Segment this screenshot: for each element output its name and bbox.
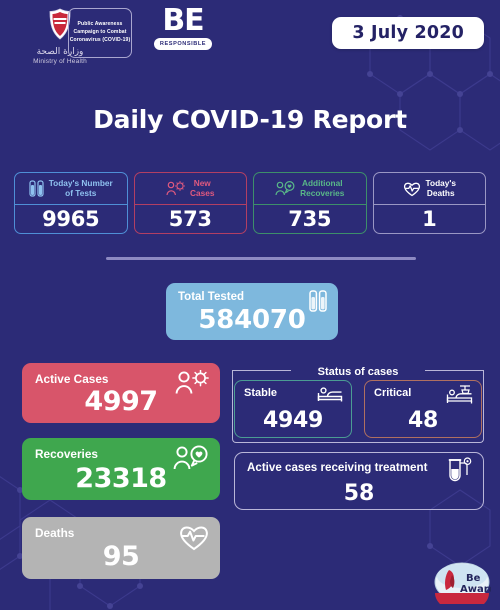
stat-card-header: Today's Number of Tests — [15, 173, 127, 205]
be-responsible-logo: BE RESPONSIBLE — [152, 3, 214, 50]
label-line-1: New — [193, 177, 211, 188]
treatment-value: 58 — [343, 481, 375, 506]
today-stats-row: Today's Number of Tests 9965 New Cases 5… — [14, 172, 486, 234]
stat-card-header: New Cases — [134, 173, 246, 205]
infographic-page: وزارة الصحة Ministry of Health Public Aw… — [0, 0, 500, 610]
stat-card-label: Today's Deaths — [425, 177, 456, 199]
heart-pulse-icon — [403, 181, 421, 197]
hospital-bed-icon — [317, 385, 343, 407]
status-of-cases-title: Status of cases — [232, 362, 484, 380]
campaign-badge: Public Awareness Campaign to Combat Coro… — [68, 8, 132, 58]
active-cases-receiving-treatment-card: Active cases receiving treatment 58 — [234, 452, 484, 510]
icu-bed-icon — [446, 385, 473, 409]
stable-cases-card: Stable 4949 — [234, 380, 352, 438]
page-title: Daily COVID-19 Report — [0, 105, 500, 134]
stat-card-label: Additional Recoveries — [300, 177, 345, 199]
report-date: 3 July 2020 — [352, 23, 464, 43]
be-aware-line2: Aware — [460, 584, 491, 595]
critical-cases-card: Critical 48 — [364, 380, 482, 438]
label-line-1: Additional — [301, 177, 343, 188]
total-tested-value: 584070 — [198, 305, 306, 335]
critical-label: Critical — [374, 387, 412, 399]
be-aware-line1: Be — [466, 573, 481, 584]
stat-card-label: New Cases — [190, 177, 215, 199]
total-tested-card: Total Tested 584070 — [166, 283, 338, 340]
be-logo-word: BE — [162, 3, 204, 38]
deaths-card: Deaths 95 — [22, 517, 220, 579]
status-of-cases-section: Status of cases Stable 4949 Critical 48 — [232, 362, 484, 444]
date-badge: 3 July 2020 — [332, 17, 484, 49]
stat-card-value: 9965 — [42, 206, 100, 231]
label-line-2: of Tests — [65, 187, 97, 198]
stat-card-todays-tests: Today's Number of Tests 9965 — [14, 172, 128, 234]
active-cases-label: Active Cases — [35, 372, 109, 386]
recoveries-label: Recoveries — [35, 447, 98, 461]
ministry-name-english: Ministry of Health — [33, 58, 87, 65]
stable-label: Stable — [244, 387, 278, 399]
deaths-value: 95 — [102, 541, 140, 572]
deaths-label: Deaths — [35, 526, 75, 540]
stable-value: 4949 — [262, 408, 324, 433]
be-logo-tagline: RESPONSIBLE — [159, 40, 207, 47]
stat-card-new-cases: New Cases 573 — [133, 172, 247, 234]
person-virus-icon — [166, 181, 185, 196]
active-cases-card: Active Cases 4997 — [22, 363, 220, 423]
campaign-text: Public Awareness Campaign to Combat Coro… — [69, 21, 131, 43]
stat-card-value: 573 — [168, 206, 212, 231]
active-cases-value: 4997 — [84, 386, 158, 417]
total-tested-label: Total Tested — [178, 291, 245, 303]
treatment-label: Active cases receiving treatment — [247, 461, 428, 474]
label-line-2: Recoveries — [300, 187, 345, 198]
be-logo-pill: RESPONSIBLE — [154, 37, 212, 50]
stat-card-header: Additional Recoveries — [254, 173, 366, 205]
label-line-1: Today's — [425, 177, 456, 188]
status-of-cases-title-text: Status of cases — [311, 366, 405, 378]
stat-card-additional-recoveries: Additional Recoveries 735 — [253, 172, 367, 234]
stat-card-label: Today's Number of Tests — [48, 177, 113, 199]
stat-card-header: Today's Deaths — [373, 173, 485, 205]
page-title-text: Daily COVID-19 Report — [93, 105, 407, 134]
header: وزارة الصحة Ministry of Health Public Aw… — [0, 0, 500, 80]
person-heart-bubble-icon — [275, 181, 295, 196]
label-line-2: Deaths — [426, 187, 455, 198]
section-divider — [106, 257, 416, 260]
stat-card-todays-deaths: Today's Deaths 1 — [372, 172, 486, 234]
label-line-1: Today's Number — [48, 177, 113, 188]
label-line-2: Cases — [190, 187, 215, 198]
stat-card-value: 735 — [288, 206, 332, 231]
recoveries-card: Recoveries 23318 — [22, 438, 220, 500]
stat-card-value: 1 — [422, 206, 437, 231]
test-tubes-icon — [29, 180, 44, 197]
critical-value: 48 — [407, 408, 438, 433]
be-aware-badge: Be Aware — [433, 562, 496, 610]
recoveries-value: 23318 — [75, 463, 167, 494]
